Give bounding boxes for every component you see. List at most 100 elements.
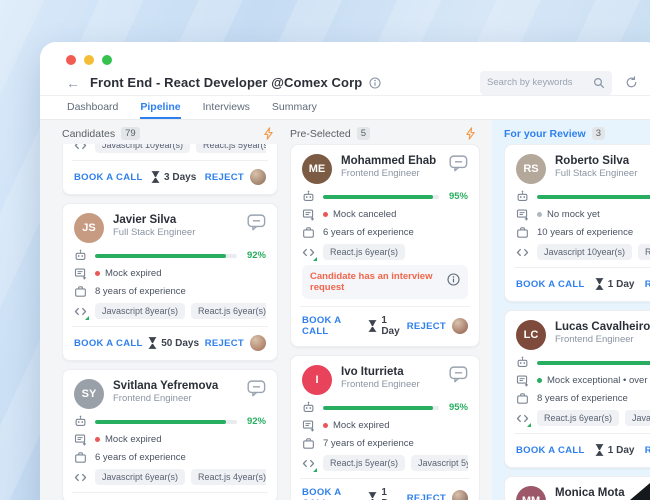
column-body[interactable]: RS Roberto Silva Full Stack Engineer No moc… bbox=[504, 144, 650, 500]
tab-summary[interactable]: Summary bbox=[272, 96, 317, 119]
interview-request-banner: Candidate has an interview request bbox=[302, 265, 468, 299]
candidate-card[interactable]: SY Svitlana Yefremova Frontend Engineer 92%… bbox=[62, 369, 278, 500]
mock-status-dot bbox=[323, 423, 328, 428]
avatar: LC bbox=[516, 320, 546, 350]
mock-status-icon bbox=[74, 433, 87, 446]
comment-icon[interactable] bbox=[449, 155, 468, 172]
reject-button[interactable]: REJECT bbox=[407, 318, 468, 334]
candidate-card-header: MMMonica Mota bbox=[516, 486, 650, 500]
candidate-card[interactable]: I Ivo Iturrieta Frontend Engineer 95% Mock e… bbox=[290, 355, 480, 500]
mock-score-bar-fill bbox=[323, 194, 434, 199]
mock-status-dot bbox=[537, 378, 542, 383]
mock-score-bar bbox=[323, 405, 439, 410]
reject-button[interactable]: REJECT bbox=[645, 442, 650, 458]
window-controls bbox=[40, 42, 650, 66]
skill-tag: React.js 5year(s) bbox=[196, 144, 266, 153]
mock-status-text: Mock canceled bbox=[333, 209, 397, 220]
card-stat-row: Mock exceptional • over 4 years ago bbox=[516, 374, 650, 387]
skill-tags: React.js 5year(s) Javascript 5year(s) bbox=[323, 455, 468, 471]
tab-pipeline[interactable]: Pipeline bbox=[140, 96, 181, 119]
skill-tag: React.js 5year(s) bbox=[323, 455, 406, 471]
candidate-card[interactable]: LC Lucas Cavalheiro Frontend Engineer Mock … bbox=[504, 310, 650, 468]
recruiter-avatar bbox=[452, 490, 468, 500]
comment-icon[interactable] bbox=[449, 366, 468, 383]
recruiter-avatar bbox=[250, 169, 266, 185]
book-a-call-button[interactable]: BOOK A CALL bbox=[516, 279, 585, 290]
candidate-card[interactable]: JS Javier Silva Full Stack Engineer 92% Mock… bbox=[62, 203, 278, 361]
skill-tag: Javascript 5year(s) bbox=[411, 455, 468, 471]
mock-status-text: No mock yet bbox=[547, 209, 600, 220]
maximize-window-button[interactable] bbox=[102, 55, 112, 65]
candidate-card[interactable]: Javascript 10year(s) React.js 5year(s) BOO… bbox=[62, 144, 278, 195]
candidate-name: Lucas Cavalheiro bbox=[555, 321, 650, 333]
experience-text: 8 years of experience bbox=[95, 286, 186, 297]
mock-score-bar bbox=[537, 194, 650, 199]
info-icon[interactable] bbox=[369, 76, 381, 89]
book-a-call-button[interactable]: BOOK A CALL bbox=[302, 315, 368, 337]
reject-button[interactable]: REJECT bbox=[407, 490, 468, 500]
skill-verified-arrow bbox=[85, 315, 89, 320]
skill-tag: Javascript 8year(s) bbox=[95, 303, 186, 319]
waiting-time-text: 1 Day bbox=[381, 487, 399, 500]
mock-status-text: Mock expired bbox=[105, 268, 162, 279]
tab-dashboard[interactable]: Dashboard bbox=[67, 96, 118, 119]
card-divider bbox=[72, 492, 268, 493]
refresh-icon[interactable] bbox=[625, 76, 638, 89]
card-stat-row: Javascript 10year(s) React.js 5year(s) bbox=[74, 144, 266, 153]
comment-icon[interactable] bbox=[247, 214, 266, 231]
column-header: For your Review 3 bbox=[504, 123, 650, 144]
column-body[interactable]: ME Mohammed Ehab Frontend Engineer 95% Mock … bbox=[290, 144, 480, 500]
comment-icon[interactable] bbox=[247, 380, 266, 397]
minimize-window-button[interactable] bbox=[84, 55, 94, 65]
search-input[interactable] bbox=[487, 77, 593, 88]
candidate-identity: Mohammed Ehab Frontend Engineer bbox=[341, 154, 449, 181]
column-body[interactable]: Javascript 10year(s) React.js 5year(s) BOO… bbox=[62, 144, 278, 500]
wait-icon bbox=[148, 337, 161, 349]
desktop-background: ← Front End - React Developer @Comex Cor… bbox=[0, 0, 650, 500]
mock-score-bar bbox=[537, 360, 650, 365]
info-icon[interactable] bbox=[447, 273, 460, 291]
mock-status-dot bbox=[95, 437, 100, 442]
book-a-call-button[interactable]: BOOK A CALL bbox=[516, 445, 585, 456]
skill-tag: React.js 4year(s) bbox=[191, 469, 266, 485]
reject-button[interactable]: REJECT bbox=[205, 335, 266, 351]
book-a-call-button[interactable]: BOOK A CALL bbox=[74, 172, 143, 183]
column-header: Pre-Selected 5 bbox=[290, 123, 480, 144]
waiting-time: 50 Days bbox=[148, 337, 199, 349]
mock-status-dot bbox=[323, 212, 328, 217]
back-icon[interactable]: ← bbox=[66, 75, 80, 91]
book-a-call-button[interactable]: BOOK A CALL bbox=[74, 338, 143, 349]
wait-icon bbox=[595, 444, 608, 456]
reject-button[interactable]: REJECT bbox=[645, 276, 650, 292]
card-stat-row: 92% bbox=[74, 249, 266, 262]
experience-text: 6 years of experience bbox=[323, 227, 414, 238]
candidate-role: Full Stack Engineer bbox=[113, 227, 196, 239]
card-stat-row: Mock expired bbox=[74, 267, 266, 280]
card-stat-row: React.js 6year(s) bbox=[302, 244, 468, 261]
candidate-card-footer: BOOK A CALL 1 Day REJECT bbox=[516, 268, 650, 292]
candidate-card-footer: BOOK A CALL 50 Days REJECT bbox=[74, 327, 266, 351]
flash-icon[interactable] bbox=[465, 127, 476, 140]
card-stat-row: Mock canceled bbox=[302, 208, 468, 221]
close-window-button[interactable] bbox=[66, 55, 76, 65]
skills-icon bbox=[74, 305, 89, 320]
candidate-card[interactable]: RS Roberto Silva Full Stack Engineer No moc… bbox=[504, 144, 650, 302]
waiting-time: 1 Day bbox=[368, 315, 406, 337]
tab-interviews[interactable]: Interviews bbox=[203, 96, 250, 119]
reject-button[interactable]: REJECT bbox=[205, 169, 266, 185]
mock-status-text: Mock expired bbox=[333, 420, 390, 431]
candidate-card-header: I Ivo Iturrieta Frontend Engineer bbox=[302, 365, 468, 395]
experience-icon bbox=[516, 392, 529, 405]
candidate-card[interactable]: ME Mohammed Ehab Frontend Engineer 95% Mock … bbox=[290, 144, 480, 347]
card-stat-row bbox=[516, 190, 650, 203]
flash-icon[interactable] bbox=[263, 127, 274, 140]
wait-icon bbox=[368, 492, 381, 500]
candidate-card[interactable]: MMMonica Mota bbox=[504, 476, 650, 500]
card-stat-row: 95% bbox=[302, 401, 468, 414]
waiting-time-text: 50 Days bbox=[161, 337, 200, 349]
search-icon[interactable] bbox=[593, 77, 605, 89]
book-a-call-button[interactable]: BOOK A CALL bbox=[302, 487, 368, 500]
tab-bar: Dashboard Pipeline Interviews Summary bbox=[40, 96, 650, 120]
mock-status-icon bbox=[302, 208, 315, 221]
mock-score-bar-fill bbox=[537, 194, 650, 199]
